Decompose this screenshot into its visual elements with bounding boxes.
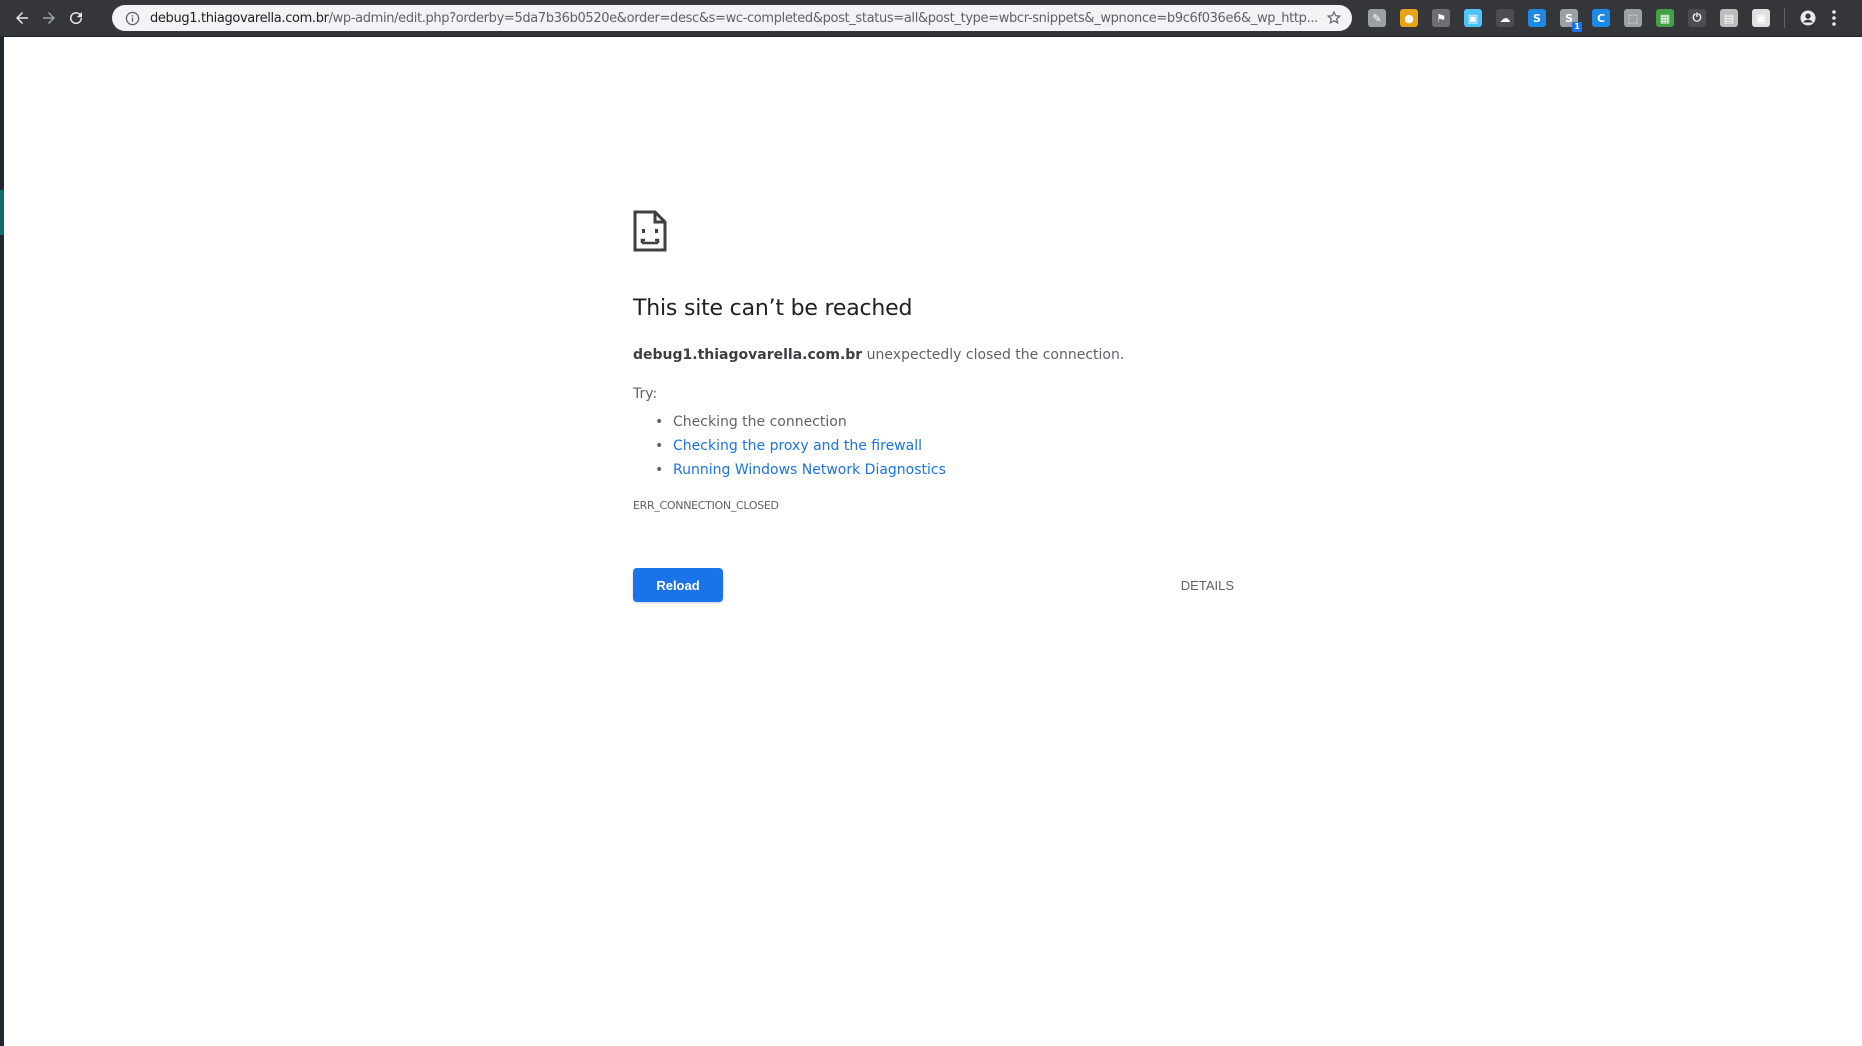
save-extension-icon[interactable]: ▣ [1464, 9, 1482, 27]
s-badge-extension-icon[interactable]: S1 [1560, 9, 1582, 32]
check-proxy-link[interactable]: Checking the proxy and the firewall [673, 438, 922, 454]
details-button[interactable]: DETAILS [1170, 568, 1240, 602]
suggestion-network-diagnostics: Running Windows Network Diagnostics [633, 458, 946, 482]
address-bar[interactable]: debug1.thiagovarella.com.br/wp-admin/edi… [112, 5, 1352, 31]
power-extension-icon[interactable]: ⏻ [1688, 9, 1706, 27]
suggestion-text: Checking the connection [673, 414, 847, 430]
error-code: ERR_CONNECTION_CLOSED [633, 499, 779, 512]
page-title: This site can’t be reached [633, 296, 913, 321]
reload-icon [70, 12, 83, 25]
reload-page-button[interactable] [64, 6, 88, 30]
back-button[interactable] [10, 6, 34, 30]
suggestion-check-connection: Checking the connection [633, 410, 946, 434]
window-extension-icon[interactable]: ▦ [1656, 9, 1674, 27]
error-message: unexpectedly closed the connection. [862, 347, 1125, 363]
info-icon[interactable] [124, 10, 140, 26]
extensions-bar: ✎ ● ⚑ ▣ ☁ S S 1 C ⬚ ▦ ⏻ ▤ ▣ [1368, 8, 1797, 32]
screenshot-extension-icon[interactable]: ⬚ [1624, 9, 1642, 27]
cloud-extension-icon[interactable]: ☁ [1496, 9, 1514, 27]
sad-document-icon [633, 210, 667, 252]
flag-extension-icon[interactable]: ⚑ [1432, 9, 1450, 27]
browser-toolbar: debug1.thiagovarella.com.br/wp-admin/edi… [0, 0, 1862, 37]
forward-button[interactable] [37, 6, 61, 30]
box-extension-icon[interactable]: ▣ [1752, 9, 1770, 27]
try-label: Try: [633, 386, 658, 402]
url-path: /wp-admin/edit.php?orderby=5da7b36b0520e… [328, 10, 1319, 26]
error-host: debug1.thiagovarella.com.br [633, 347, 863, 363]
honey-extension-icon[interactable]: ● [1400, 9, 1418, 27]
kebab-menu-icon[interactable] [1831, 9, 1837, 27]
suggestion-check-proxy: Checking the proxy and the firewall [633, 434, 946, 458]
toolbar-separator [1784, 8, 1785, 28]
account-icon[interactable] [1799, 9, 1817, 27]
star-icon[interactable] [1326, 10, 1342, 26]
arrow-right-icon [43, 12, 55, 24]
extension-badge: 1 [1572, 22, 1582, 32]
url-host: debug1.thiagovarella.com.br [150, 10, 329, 26]
window-edge [0, 0, 4, 1046]
arrow-left-icon [16, 12, 28, 24]
error-description: debug1.thiagovarella.com.br unexpectedly… [633, 347, 1124, 363]
window-edge-accent [0, 190, 4, 235]
circle-extension-icon[interactable]: C [1592, 9, 1610, 27]
url-text[interactable]: debug1.thiagovarella.com.br/wp-admin/edi… [150, 11, 1330, 26]
page-extension-icon[interactable]: ▤ [1720, 9, 1738, 27]
pen-extension-icon[interactable]: ✎ [1368, 9, 1386, 27]
network-diagnostics-link[interactable]: Running Windows Network Diagnostics [673, 462, 946, 478]
suggestions-list: Checking the connection Checking the pro… [633, 410, 946, 482]
reload-button[interactable]: Reload [633, 568, 723, 602]
s-extension-icon[interactable]: S [1528, 9, 1546, 27]
